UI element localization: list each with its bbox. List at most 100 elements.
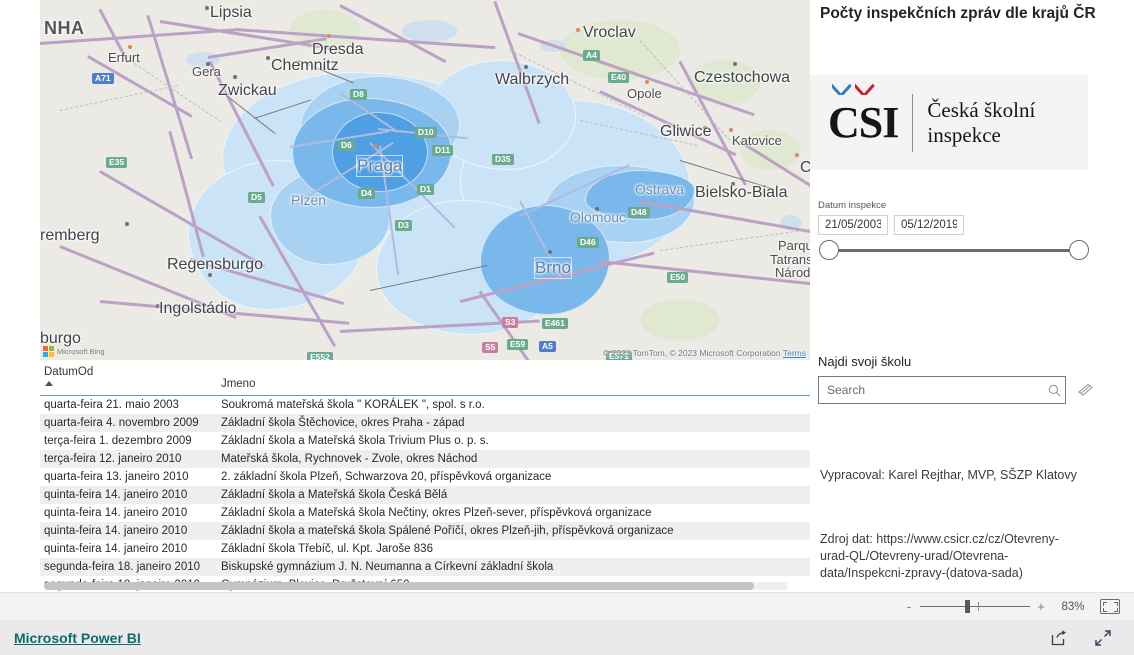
- table-horizontal-scrollbar[interactable]: [44, 582, 788, 590]
- table-row[interactable]: quinta-feira 14. janeiro 2010 Základní šk…: [40, 522, 810, 540]
- map-city-dot: [733, 62, 737, 66]
- map-city-label: Regensburgo: [167, 256, 264, 273]
- table-row[interactable]: quinta-feira 14. janeiro 2010 Základní šk…: [40, 540, 810, 558]
- cell-datumod: segunda-feira 18. janeiro 2010: [44, 560, 201, 573]
- zoom-percentage-label: 83%: [1061, 600, 1085, 613]
- date-to-input[interactable]: [894, 215, 964, 235]
- map-road-shield: S5: [482, 342, 499, 353]
- cell-datumod: quinta-feira 14. janeiro 2010: [44, 524, 188, 537]
- map-city-label: Národny: [775, 265, 810, 280]
- search-input[interactable]: [819, 383, 1043, 397]
- column-header-jmeno-label: Jmeno: [220, 378, 256, 390]
- map-road-shield: D35: [492, 154, 514, 165]
- map-city-label: Opole: [627, 86, 662, 101]
- search-row: [818, 376, 1118, 404]
- table-scrollbar-thumb[interactable]: [44, 582, 754, 590]
- cell-datumod: terça-feira 1. dezembro 2009: [44, 434, 192, 447]
- map-city-label: Zwickau: [218, 82, 277, 99]
- zoom-out-button[interactable]: -: [900, 599, 918, 614]
- column-header-datumod-label: DatumOd: [44, 366, 94, 378]
- table-row[interactable]: segunda-feira 18. janeiro 2010 Biskupské …: [40, 558, 810, 576]
- map-road-shield: D3: [395, 220, 412, 231]
- date-slider-handle-right[interactable]: [1069, 240, 1089, 260]
- cell-datumod: quinta-feira 14. janeiro 2010: [44, 488, 188, 501]
- table-row[interactable]: terça-feira 1. dezembro 2009 Základní ško…: [40, 432, 810, 450]
- search-icon[interactable]: [1043, 384, 1065, 397]
- table-body: quarta-feira 21. maio 2003 Soukromá mateř…: [40, 395, 810, 592]
- csi-name-line1: Česká školní: [927, 97, 1036, 122]
- csi-logo-image: CSI Česká školní inspekce: [810, 75, 1088, 170]
- map-road-shield: E552: [307, 352, 333, 360]
- map-road-shield: D11: [432, 145, 454, 156]
- date-slider-handle-left[interactable]: [819, 240, 839, 260]
- table-row[interactable]: quinta-feira 14. janeiro 2010 Základní šk…: [40, 486, 810, 504]
- cell-jmeno: Základní škola Třebíč, ul. Kpt. Jaroše 8…: [220, 542, 433, 555]
- footer-actions: [1050, 629, 1112, 647]
- zoom-in-button[interactable]: +: [1032, 599, 1050, 614]
- map-city-label: Gera: [192, 64, 221, 79]
- map-canvas[interactable]: NHA Lipsia Erfurt Dresda Chemnitz Gera Zwickau…: [40, 0, 810, 360]
- eraser-icon[interactable]: [1076, 383, 1096, 397]
- map-city-label: Walbrzych: [495, 71, 570, 88]
- bing-label: Microsoft Bing: [57, 347, 105, 356]
- map-city-label: Praga: [356, 155, 404, 177]
- data-source-text: Zdroj dat: https://www.csicr.cz/cz/Otevr…: [820, 532, 1059, 580]
- cell-jmeno: Základní škola a mateřská škola Spálené …: [220, 524, 674, 537]
- map-road-shield: E50: [667, 272, 689, 283]
- cell-jmeno: Biskupské gymnázium J. N. Neumanna a Cír…: [220, 560, 554, 573]
- map-city-label: Cracóvia: [800, 159, 810, 176]
- column-header-datumod[interactable]: DatumOd: [40, 364, 217, 396]
- power-bi-report-viewer: NHA Lipsia Erfurt Dresda Chemnitz Gera Zwickau…: [0, 0, 1134, 655]
- map-city-label: Ingolstádio: [159, 300, 237, 317]
- column-header-jmeno[interactable]: Jmeno: [216, 364, 810, 396]
- zoom-slider[interactable]: [920, 600, 1030, 613]
- table-visual[interactable]: DatumOd Jmeno LinkIZ PortalLir: [40, 364, 810, 592]
- csi-full-name: Česká školní inspekce: [927, 98, 1035, 148]
- table-row[interactable]: quarta-feira 13. janeiro 2010 2. základní…: [40, 468, 810, 486]
- author-credit: Vypracoval: Karel Rejthar, MVP, SŠZP Kla…: [820, 468, 1077, 482]
- map-road-shield: D5: [248, 192, 265, 203]
- reports-table: DatumOd Jmeno LinkIZ PortalLir: [40, 364, 810, 592]
- map-road-shield: D10: [415, 127, 437, 138]
- map-road-shield: E35: [106, 157, 128, 168]
- table-row[interactable]: quinta-feira 14. janeiro 2010 Základní šk…: [40, 504, 810, 522]
- table-row[interactable]: quarta-feira 21. maio 2003 Soukromá mateř…: [40, 395, 810, 414]
- check-red-icon: [855, 81, 877, 95]
- fit-to-page-icon[interactable]: [1100, 599, 1120, 614]
- map-city-dot: [125, 222, 129, 226]
- report-canvas: NHA Lipsia Erfurt Dresda Chemnitz Gera Zwickau…: [0, 0, 1134, 592]
- school-search-slicer: Najdi svoji školu: [818, 354, 1118, 404]
- table-row[interactable]: terça-feira 12. janeiro 2010 Mateřská ško…: [40, 450, 810, 468]
- fullscreen-icon[interactable]: [1094, 629, 1112, 647]
- map-city-label: remberg: [40, 227, 100, 244]
- share-icon[interactable]: [1050, 629, 1068, 647]
- map-city-label: Katovice: [732, 133, 782, 148]
- sort-ascending-icon: [45, 381, 53, 387]
- map-road-shield: A5: [539, 341, 556, 352]
- date-range-slider[interactable]: [819, 240, 1089, 260]
- search-box[interactable]: [818, 376, 1066, 404]
- table-row[interactable]: quarta-feira 4. novembro 2009 Základní šk…: [40, 414, 810, 432]
- zoom-slider-thumb[interactable]: [965, 600, 970, 613]
- map-city-dot: [795, 153, 799, 157]
- map-city-label: Plzen: [291, 192, 327, 208]
- map-visual[interactable]: NHA Lipsia Erfurt Dresda Chemnitz Gera Zwickau…: [40, 0, 810, 360]
- date-from-input[interactable]: [818, 215, 888, 235]
- map-city-label: NHA: [44, 18, 85, 38]
- canvas-left-margin: [0, 0, 40, 592]
- date-range-slicer[interactable]: Datum inspekce: [818, 200, 1108, 280]
- map-terms-link[interactable]: Terms: [783, 348, 806, 358]
- csi-name-line2: inspekce: [927, 122, 1001, 147]
- map-greenery: [640, 300, 720, 340]
- power-bi-brand-link[interactable]: Microsoft Power BI: [14, 630, 141, 646]
- map-city-label: Chemnitz: [271, 57, 339, 74]
- map-city-label: Brno: [534, 257, 572, 279]
- date-slicer-label: Datum inspekce: [818, 200, 887, 211]
- zoom-slider-tick: [978, 602, 979, 611]
- bing-logo: Microsoft Bing: [43, 346, 105, 357]
- map-city-label: Ostrava: [635, 181, 685, 197]
- check-blue-icon: [832, 81, 854, 95]
- cell-jmeno: 2. základní škola Plzeň, Schwarzova 20, …: [220, 470, 552, 483]
- page-title: Počty inspekčních zpráv dle krajů ČR: [820, 5, 1096, 22]
- map-road-shield: D1: [417, 184, 434, 195]
